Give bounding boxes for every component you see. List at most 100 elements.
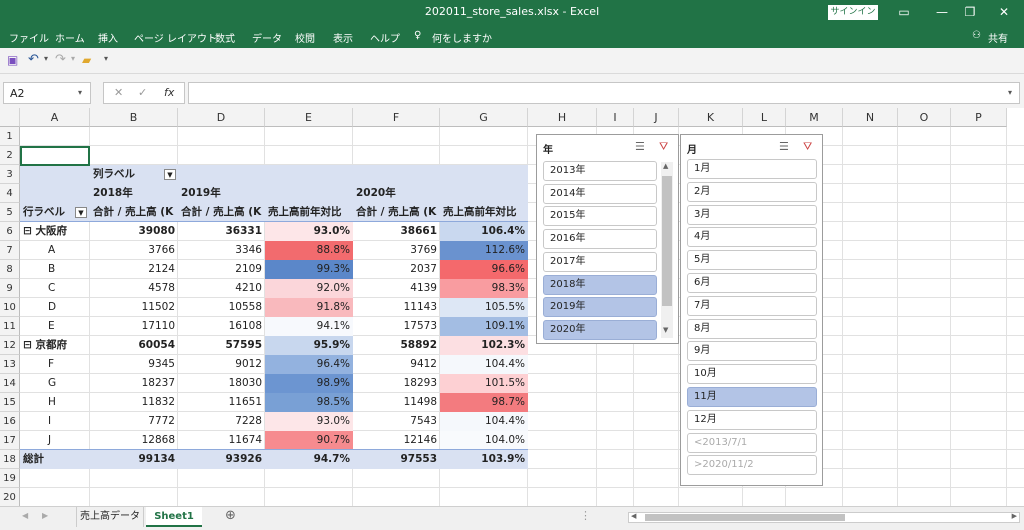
row-header[interactable]: 15 — [0, 393, 20, 412]
sheet-tab[interactable]: 売上高データ — [76, 507, 144, 527]
column-header[interactable]: D — [178, 108, 265, 127]
scroll-up-icon[interactable]: ▲ — [663, 162, 668, 170]
slicer-item-month[interactable]: 6月 — [687, 273, 817, 293]
column-header[interactable]: G — [440, 108, 528, 127]
h-scroll-thumb[interactable] — [645, 514, 845, 521]
slicer-item-month[interactable]: 11月 — [687, 387, 817, 407]
slicer-item-year[interactable]: 2018年 — [543, 274, 657, 295]
slicer-item-year[interactable]: 2019年 — [543, 297, 657, 318]
save-icon[interactable]: ▣ — [7, 53, 18, 67]
slicer-item-month[interactable]: 5月 — [687, 250, 817, 271]
minimize-icon[interactable]: — — [928, 3, 956, 21]
column-header[interactable]: B — [90, 108, 178, 127]
clear-filter-icon[interactable]: ⛛ — [803, 140, 812, 154]
multi-select-icon[interactable]: ☰ — [779, 140, 789, 153]
next-sheet-icon[interactable]: ▶ — [42, 511, 48, 520]
redo-dropdown-icon[interactable]: ▾ — [71, 54, 75, 63]
expand-formula-bar-icon[interactable]: ▾ — [1008, 88, 1012, 97]
filter-dropdown-icon[interactable]: ▼ — [75, 207, 87, 218]
add-sheet-icon[interactable]: ⊕ — [225, 508, 236, 523]
row-header[interactable]: 9 — [0, 279, 20, 298]
row-header[interactable]: 10 — [0, 298, 20, 317]
menu-view[interactable]: 表示 — [333, 30, 353, 45]
menu-file[interactable]: ファイル — [9, 30, 49, 45]
tell-me-box[interactable]: 何をしますか — [432, 30, 492, 45]
ribbon-display-icon[interactable]: ▭ — [890, 3, 918, 21]
menu-review[interactable]: 校閲 — [295, 30, 315, 45]
name-box-dropdown-icon[interactable]: ▾ — [78, 88, 82, 97]
column-header[interactable]: F — [353, 108, 440, 127]
column-header[interactable]: I — [597, 108, 634, 127]
scroll-right-icon[interactable]: ▶ — [1012, 512, 1017, 520]
scroll-thumb[interactable] — [662, 176, 672, 306]
signin-button[interactable]: サインイン — [828, 5, 878, 20]
enter-icon[interactable]: ✓ — [138, 86, 147, 99]
cancel-icon[interactable]: ✕ — [114, 86, 123, 99]
menu-home[interactable]: ホーム — [55, 30, 85, 45]
row-header[interactable]: 4 — [0, 184, 20, 203]
slicer-item-year[interactable]: 2017年 — [543, 251, 657, 272]
slicer-item-month[interactable]: 3月 — [687, 204, 817, 225]
row-header[interactable]: 13 — [0, 355, 20, 374]
formula-input[interactable] — [188, 82, 1020, 104]
scroll-down-icon[interactable]: ▼ — [663, 326, 668, 334]
prev-sheet-icon[interactable]: ◀ — [22, 511, 28, 520]
menu-page-layout[interactable]: ページ レイアウト — [134, 30, 217, 45]
row-header[interactable]: 20 — [0, 488, 20, 506]
slicer-item-month[interactable]: 1月 — [687, 159, 817, 179]
slicer-item-year[interactable]: 2015年 — [543, 206, 657, 227]
menu-insert[interactable]: 挿入 — [98, 30, 118, 45]
tab-split-handle[interactable]: ⋮ — [580, 509, 591, 522]
column-header[interactable]: E — [265, 108, 353, 127]
row-header[interactable]: 19 — [0, 469, 20, 488]
column-header[interactable]: A — [20, 108, 90, 127]
select-all-corner[interactable] — [0, 108, 20, 127]
row-header[interactable]: 18 — [0, 450, 20, 469]
column-header[interactable]: H — [528, 108, 597, 127]
customize-qat-icon[interactable]: ▾ — [104, 54, 108, 63]
column-header[interactable]: N — [843, 108, 898, 127]
slicer-item-month[interactable]: <2013/7/1 — [687, 432, 817, 453]
insert-function-icon[interactable]: fx — [164, 86, 174, 99]
row-header[interactable]: 2 — [0, 146, 20, 165]
slicer-item-month[interactable]: 12月 — [687, 409, 817, 430]
horizontal-scrollbar[interactable]: ◀ ▶ — [628, 512, 1020, 523]
slicer-item-month[interactable]: 9月 — [687, 341, 817, 362]
scroll-left-icon[interactable]: ◀ — [631, 512, 636, 520]
row-header[interactable]: 16 — [0, 412, 20, 431]
share-button[interactable]: 共有 — [988, 30, 1008, 45]
restore-icon[interactable]: ❐ — [956, 3, 984, 21]
slicer-item-month[interactable]: 10月 — [687, 364, 817, 385]
filter-dropdown-icon[interactable]: ▼ — [164, 169, 176, 180]
column-header[interactable]: J — [634, 108, 679, 127]
open-folder-icon[interactable]: ▰ — [82, 53, 91, 67]
slicer-item-month[interactable]: 8月 — [687, 318, 817, 339]
slicer-item-year[interactable]: 2013年 — [543, 161, 657, 181]
column-header[interactable]: L — [743, 108, 786, 127]
sheet-tab-active[interactable]: Sheet1 — [146, 507, 202, 527]
redo-icon[interactable]: ↷ — [55, 52, 66, 67]
slicer-item-year[interactable]: 2016年 — [543, 229, 657, 250]
clear-filter-icon[interactable]: ⛛ — [659, 140, 668, 154]
row-header[interactable]: 11 — [0, 317, 20, 336]
row-header[interactable]: 5 — [0, 203, 20, 222]
undo-dropdown-icon[interactable]: ▾ — [44, 54, 48, 63]
row-header[interactable]: 8 — [0, 260, 20, 279]
undo-icon[interactable]: ↶ — [28, 52, 39, 67]
row-header[interactable]: 3 — [0, 165, 20, 184]
menu-formulas[interactable]: 数式 — [215, 30, 235, 45]
slicer-item-month[interactable]: 2月 — [687, 181, 817, 202]
row-header[interactable]: 12 — [0, 336, 20, 355]
multi-select-icon[interactable]: ☰ — [635, 140, 645, 153]
slicer-item-month[interactable]: 7月 — [687, 295, 817, 316]
slicer-item-year[interactable]: 2020年 — [543, 319, 657, 340]
year-slicer-scrollbar[interactable]: ▲ ▼ — [661, 162, 673, 338]
slicer-item-month[interactable]: 4月 — [687, 227, 817, 248]
row-header[interactable]: 17 — [0, 431, 20, 450]
menu-data[interactable]: データ — [252, 30, 282, 45]
column-header[interactable]: P — [951, 108, 1007, 127]
menu-help[interactable]: ヘルプ — [370, 30, 400, 45]
column-header[interactable]: O — [898, 108, 951, 127]
slicer-item-month[interactable]: >2020/11/2 — [687, 455, 817, 476]
worksheet-grid[interactable]: ABDEFGHIJKLMNOP 1 2 3 4 5 6 7 8 9 10 11 12 13 14 15 16 1… — [0, 108, 1024, 506]
